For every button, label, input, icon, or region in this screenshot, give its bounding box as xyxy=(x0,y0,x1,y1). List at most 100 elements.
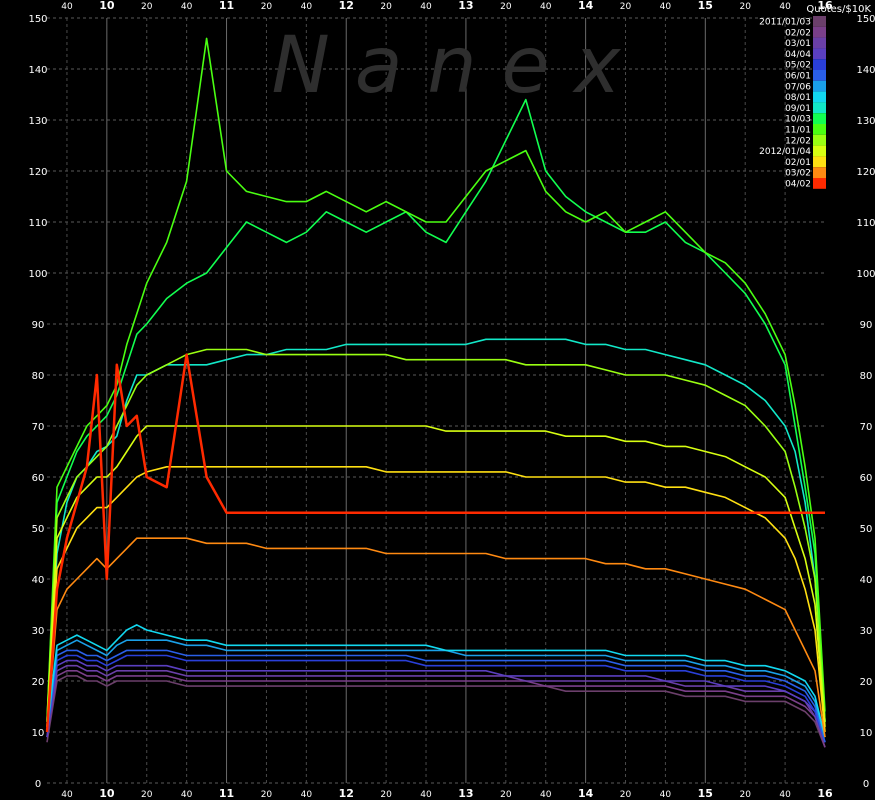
y-tick-label-left: 60 xyxy=(32,473,45,484)
y-tick-label-left: 110 xyxy=(28,218,47,229)
x-tick-minute-label: 40 xyxy=(540,790,552,800)
x-tick-minute-label: 40 xyxy=(660,790,672,800)
y-tick-label-left: 50 xyxy=(32,524,45,535)
x-tick-hour-label: 15 xyxy=(698,787,713,800)
y-tick-label-left: 0 xyxy=(35,779,41,790)
legend-swatch xyxy=(813,91,826,103)
legend-label: 08/01 xyxy=(785,93,811,103)
x-tick-minute-label: 20 xyxy=(739,2,751,12)
x-tick-hour-label: 14 xyxy=(578,0,594,12)
x-tick-minute-label: 40 xyxy=(779,2,791,12)
legend-swatch xyxy=(813,80,826,92)
x-tick-minute-label: 40 xyxy=(301,2,313,12)
y-tick-label-right: 150 xyxy=(856,14,875,25)
y-tick-label-right: 90 xyxy=(860,320,873,331)
x-tick-minute-label: 20 xyxy=(739,790,751,800)
legend-label: 11/01 xyxy=(785,126,811,136)
y-tick-label-left: 10 xyxy=(32,728,45,739)
x-tick-hour-label: 10 xyxy=(99,0,115,12)
x-tick-minute-label: 40 xyxy=(181,790,193,800)
y-tick-label-left: 100 xyxy=(28,269,47,280)
y-tick-label-right: 60 xyxy=(860,473,873,484)
x-tick-minute-label: 40 xyxy=(420,790,432,800)
legend-label: 02/01 xyxy=(785,158,811,168)
y-axis-label: Quotes/$10K xyxy=(806,4,871,15)
legend-swatch xyxy=(813,26,826,38)
y-tick-label-right: 40 xyxy=(860,575,873,586)
legend-swatch xyxy=(813,37,826,49)
y-tick-label-left: 150 xyxy=(28,14,47,25)
legend-label: 2012/01/04 xyxy=(759,147,811,157)
x-tick-hour-label: 11 xyxy=(219,0,234,12)
y-tick-label-right: 120 xyxy=(856,167,875,178)
x-tick-minute-label: 40 xyxy=(420,2,432,12)
legend-swatch xyxy=(813,145,826,157)
x-tick-hour-label: 14 xyxy=(578,787,594,800)
y-tick-label-left: 40 xyxy=(32,575,45,586)
y-tick-label-left: 70 xyxy=(32,422,45,433)
legend-swatch xyxy=(813,124,826,135)
legend-label: 03/02 xyxy=(785,169,811,179)
y-tick-label-right: 70 xyxy=(860,422,873,433)
x-tick-minute-label: 40 xyxy=(181,2,193,12)
legend-label: 2011/01/03 xyxy=(759,18,811,28)
y-tick-label-right: 130 xyxy=(856,116,875,127)
legend-label: 10/03 xyxy=(785,115,811,125)
x-tick-minute-label: 20 xyxy=(380,2,392,12)
x-tick-minute-label: 20 xyxy=(500,790,512,800)
y-tick-label-right: 0 xyxy=(863,779,869,790)
legend-swatch xyxy=(813,59,826,70)
x-tick-minute-label: 20 xyxy=(141,790,153,800)
x-tick-minute-label: 40 xyxy=(779,790,791,800)
y-tick-label-left: 120 xyxy=(28,167,47,178)
legend-swatch xyxy=(813,134,826,146)
legend-label: 02/02 xyxy=(785,28,811,38)
legend-swatch xyxy=(813,167,826,178)
legend-swatch xyxy=(813,16,826,27)
legend-label: 07/06 xyxy=(785,82,811,92)
x-tick-minute-label: 40 xyxy=(301,790,313,800)
y-tick-label-left: 130 xyxy=(28,116,47,127)
x-tick-hour-label: 10 xyxy=(99,787,115,800)
y-tick-label-right: 50 xyxy=(860,524,873,535)
x-tick-minute-label: 20 xyxy=(141,2,153,12)
legend-label: 09/01 xyxy=(785,104,811,114)
y-tick-label-right: 80 xyxy=(860,371,873,382)
x-tick-hour-label: 13 xyxy=(458,0,473,12)
legend-swatch xyxy=(813,156,826,168)
y-tick-label-left: 80 xyxy=(32,371,45,382)
x-tick-minute-label: 20 xyxy=(620,790,632,800)
x-tick-minute-label: 20 xyxy=(261,2,273,12)
x-tick-minute-label: 20 xyxy=(500,2,512,12)
x-tick-minute-label: 20 xyxy=(261,790,273,800)
legend-label: 03/01 xyxy=(785,39,811,49)
legend-label: 05/02 xyxy=(785,61,811,71)
legend-label: 06/01 xyxy=(785,72,811,82)
legend-label: 04/02 xyxy=(785,180,811,190)
y-tick-label-right: 110 xyxy=(856,218,875,229)
x-tick-minute-label: 20 xyxy=(380,790,392,800)
x-tick-minute-label: 40 xyxy=(540,2,552,12)
x-tick-hour-label: 12 xyxy=(339,0,354,12)
y-tick-label-right: 100 xyxy=(856,269,875,280)
legend-swatch xyxy=(813,48,826,60)
y-tick-label-right: 140 xyxy=(856,65,875,76)
x-tick-hour-label: 15 xyxy=(698,0,713,12)
x-tick-hour-label: 12 xyxy=(339,787,354,800)
x-tick-hour-label: 11 xyxy=(219,787,234,800)
y-tick-label-right: 10 xyxy=(860,728,873,739)
legend-swatch xyxy=(813,178,826,189)
legend-swatch xyxy=(813,113,826,124)
y-tick-label-right: 30 xyxy=(860,626,873,637)
y-tick-label-left: 30 xyxy=(32,626,45,637)
chart-canvas: N a n e x 010203040506070809010011012013… xyxy=(0,0,875,800)
x-tick-minute-label: 40 xyxy=(660,2,672,12)
x-tick-minute-label: 40 xyxy=(61,790,73,800)
legend-swatch xyxy=(813,70,826,81)
x-tick-hour-label: 16 xyxy=(817,787,833,800)
x-tick-minute-label: 20 xyxy=(620,2,632,12)
x-tick-hour-label: 13 xyxy=(458,787,473,800)
y-tick-label-left: 20 xyxy=(32,677,45,688)
y-tick-label-right: 20 xyxy=(860,677,873,688)
legend-swatch xyxy=(813,102,826,114)
